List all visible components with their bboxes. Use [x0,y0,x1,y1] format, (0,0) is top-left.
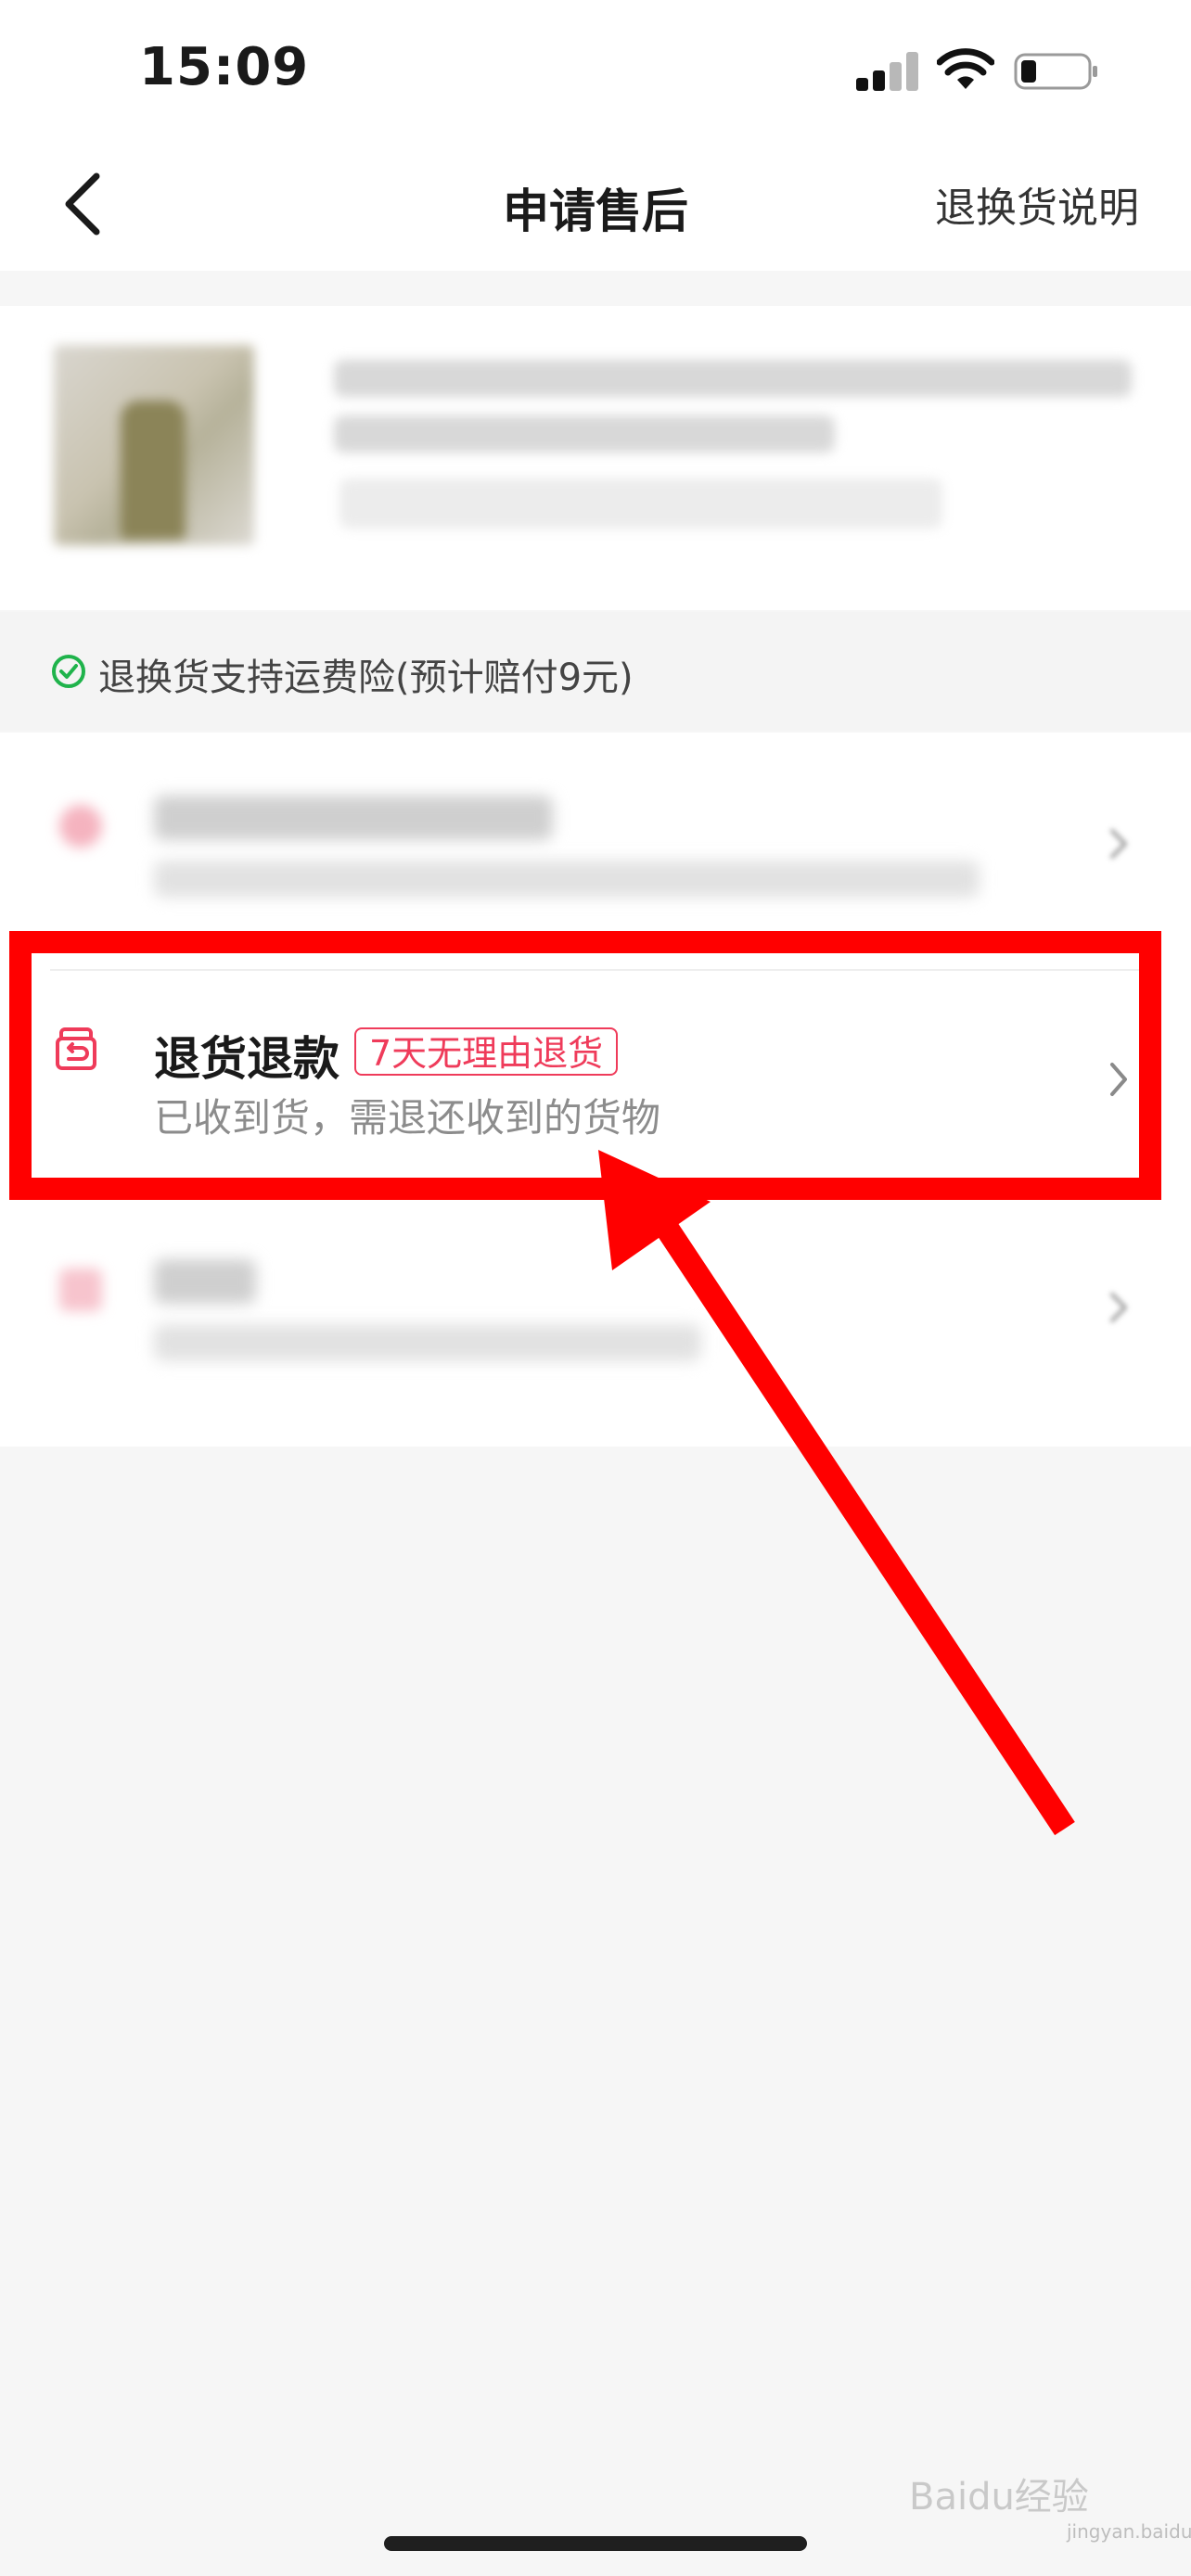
option-refund-only[interactable] [0,733,1191,955]
exchange-icon [59,1269,102,1311]
option-subtitle-blurred [154,861,980,898]
nav-bar: 申请售后 退换货说明 [0,139,1191,271]
check-circle-icon [52,655,85,688]
home-indicator[interactable] [384,2536,807,2551]
option-subtitle: 已收到货，需退还收到的货物 [154,1095,661,1141]
watermark-logo: Baidu经验 [909,2476,1089,2519]
return-policy-link[interactable]: 退换货说明 [935,174,1139,234]
option-exchange[interactable] [0,1196,1191,1419]
chevron-right-icon [1110,829,1127,859]
option-title-blurred [154,796,553,840]
cellular-signal-icon [856,52,919,91]
refund-icon [59,805,102,848]
no-reason-return-badge: 7天无理由退货 [354,1027,619,1076]
product-name-blurred-2 [334,415,835,453]
battery-icon [1014,53,1097,90]
after-sale-options: 退货退款 7天无理由退货 已收到货，需退还收到的货物 [0,733,1191,1447]
watermark-url: jingyan.baidu.com [1067,2520,1191,2543]
product-name-blurred [334,360,1132,397]
option-subtitle-blurred [154,1324,701,1361]
shipping-insurance-notice: 退换货支持运费险(预计赔付9元) [0,612,1191,731]
insurance-text: 退换货支持运费险(预计赔付9元) [98,657,634,699]
product-card [0,306,1191,610]
divider [50,969,1141,971]
status-time: 15:09 [139,37,310,97]
product-spec-blurred [339,478,942,529]
product-thumbnail [54,345,254,545]
status-bar: 15:09 [0,0,1191,139]
chevron-right-icon [1110,1063,1127,1096]
chevron-right-icon [1110,1293,1127,1322]
option-title: 退货退款 [154,1032,339,1086]
wifi-icon [937,48,994,89]
option-title-blurred [154,1259,256,1304]
return-box-icon [56,1027,96,1070]
